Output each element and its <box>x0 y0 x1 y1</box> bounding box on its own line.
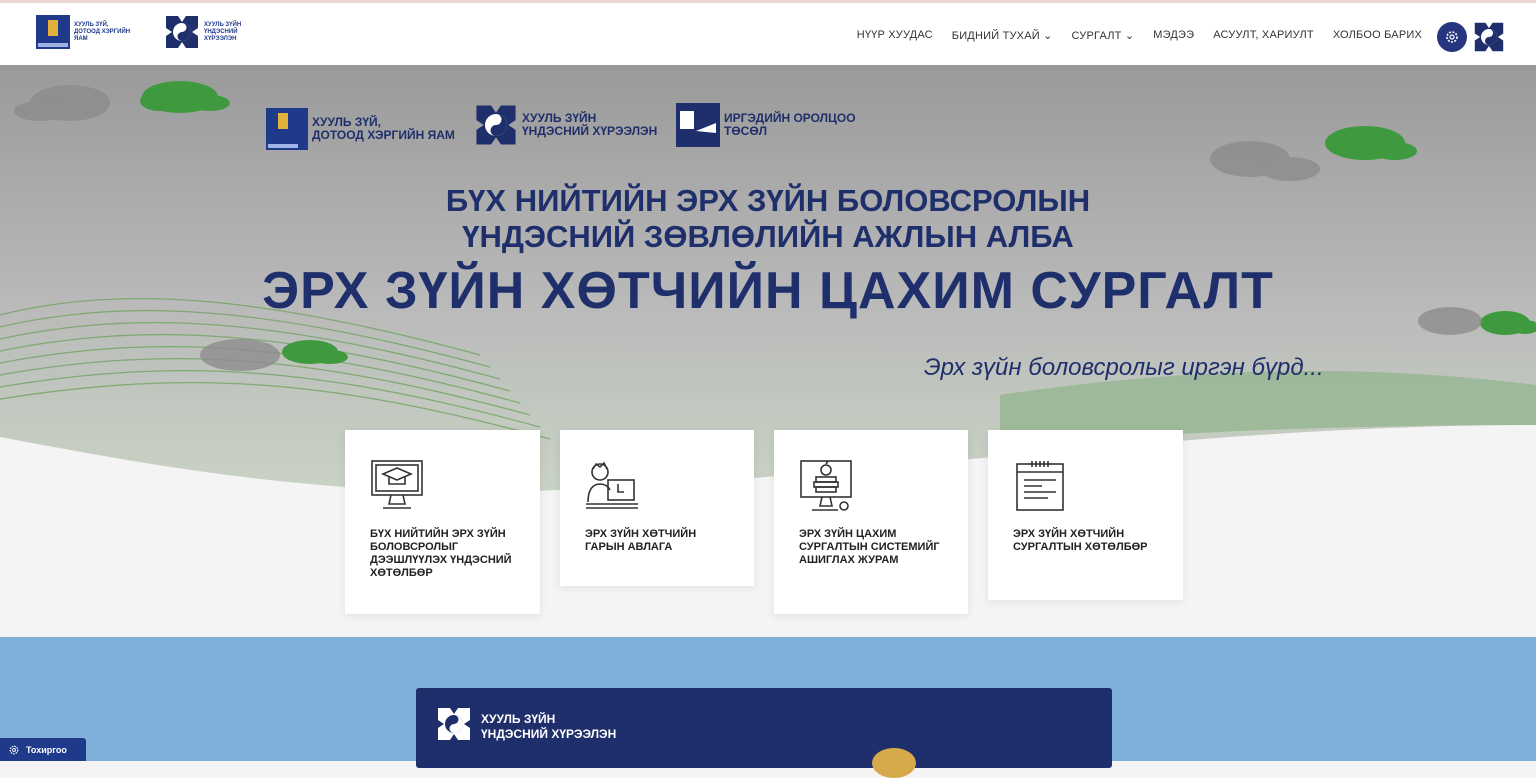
settings-tab[interactable]: Тохиргоо <box>0 738 86 761</box>
card-rules[interactable]: ЭРХ ЗҮЙН ЦАХИМ СУРГАЛТЫН СИСТЕМИЙГ АШИГЛ… <box>774 430 968 614</box>
banner-line2: ҮНДЭСНИЙ ХҮРЭЭЛЭН <box>481 727 617 741</box>
partner-ministry-line2: ДОТООД ХЭРГИЙН ЯАМ <box>312 128 455 142</box>
card-label: БҮХ НИЙТИЙН ЭРХ ЗҮЙН БОЛОВСРОЛЫГ ДЭЭШЛҮҮ… <box>370 528 512 579</box>
hero-slogan: Эрх зүйн боловсролыг иргэн бүрд... <box>924 354 1324 381</box>
accessibility-settings-button[interactable] <box>1437 22 1467 52</box>
card-label: ЭРХ ЗҮЙН ЦАХИМ СУРГАЛТЫН СИСТЕМИЙГ АШИГЛ… <box>799 528 940 566</box>
partner-civic-project: ИРГЭДИЙН ОРОЛЦОО ТӨСӨЛ <box>676 103 856 147</box>
soyombo-seal-icon <box>36 15 70 49</box>
institute-banner[interactable]: ХУУЛЬ ЗҮЙН ҮНДЭСНИЙ ХҮРЭЭЛЭН <box>416 688 1112 778</box>
ministry-logo-line2: ДОТООД ХЭРГИЙН ЯАМ <box>74 28 131 42</box>
gear-icon <box>9 745 19 754</box>
nav-training[interactable]: СУРГАЛТ ⌄ <box>1072 29 1135 42</box>
institute-logo[interactable]: ХУУЛЬ ЗҮЙН ҮНДЭСНИЙ ХҮРЭЭЛЭН <box>164 14 268 50</box>
banner-line1: ХУУЛЬ ЗҮЙН <box>481 712 556 726</box>
nav-about[interactable]: БИДНИЙ ТУХАЙ ⌄ <box>952 29 1053 42</box>
hero-main-title: ЭРХ ЗҮЙН ХӨТЧИЙН ЦАХИМ СУРГАЛТ <box>262 262 1274 320</box>
ministry-logo[interactable]: ХУУЛЬ ЗҮЙ, ДОТООД ХЭРГИЙН ЯАМ <box>36 15 138 49</box>
graduation-monitor-icon <box>371 460 423 509</box>
hero-section: ХУУЛЬ ЗҮЙ, ДОТООД ХЭРГИЙН ЯАМ ХУУЛЬ ЗҮЙН… <box>0 65 1536 637</box>
gear-icon <box>1446 31 1458 43</box>
nav-home[interactable]: НҮҮР ХУУДАС <box>857 29 933 42</box>
institute-logo-line2: ҮНДЭСНИЙ ХҮРЭЭЛЭН <box>204 28 238 42</box>
card-label: ЭРХ ЗҮЙН ХӨТЧИЙН ГАРЫН АВЛАГА <box>585 528 697 553</box>
person-computer-icon <box>586 461 638 509</box>
partner-civic-line2: ТӨСӨЛ <box>724 124 768 138</box>
hero-subtitle-line2: ҮНДЭСНИЙ ЗӨВЛӨЛИЙН АЖЛЫН АЛБА <box>462 219 1074 254</box>
yin-yang-knot-icon <box>164 14 200 50</box>
coin-graphic <box>872 748 916 778</box>
partner-institute-line2: ҮНДЭСНИЙ ХҮРЭЭЛЭН <box>522 124 658 138</box>
apple-books-monitor-icon <box>800 460 852 511</box>
yin-yang-knot-icon <box>438 708 470 740</box>
soyombo-seal-icon <box>266 108 308 150</box>
institute-section: ХУУЛЬ ЗҮЙН ҮНДЭСНИЙ ХҮРЭЭЛЭН <box>0 637 1536 778</box>
nav-contact[interactable]: ХОЛБОО БАРИХ <box>1333 29 1422 42</box>
yin-yang-knot-icon <box>476 105 516 145</box>
partner-ministry: ХУУЛЬ ЗҮЙ, ДОТООД ХЭРГИЙН ЯАМ <box>266 108 455 150</box>
card-label: ЭРХ ЗҮЙН ХӨТЧИЙН СУРГАЛТЫН ХӨТӨЛБӨР <box>1013 528 1148 553</box>
partner-institute: ХУУЛЬ ЗҮЙН ҮНДЭСНИЙ ХҮРЭЭЛЭН <box>474 103 657 147</box>
main-nav: НҮҮР ХУУДАС БИДНИЙ ТУХАЙ ⌄ СУРГАЛТ ⌄ МЭД… <box>857 29 1422 42</box>
nav-faq[interactable]: АСУУЛТ, ХАРИУЛТ <box>1213 29 1314 42</box>
institute-logo-line1: ХУУЛЬ ЗҮЙН <box>204 21 242 28</box>
civic-participation-logo-icon <box>676 103 720 147</box>
card-national-program[interactable]: БҮХ НИЙТИЙН ЭРХ ЗҮЙН БОЛОВСРОЛЫГ ДЭЭШЛҮҮ… <box>345 430 540 614</box>
yin-yang-knot-icon <box>1474 22 1504 52</box>
card-curriculum[interactable]: ЭРХ ЗҮЙН ХӨТЧИЙН СУРГАЛТЫН ХӨТӨЛБӨР <box>988 430 1183 600</box>
institute-knot-button[interactable] <box>1473 21 1505 53</box>
calendar-notes-icon <box>1016 461 1064 511</box>
settings-tab-label: Тохиргоо <box>26 744 67 755</box>
site-header: ХУУЛЬ ЗҮЙ, ДОТООД ХЭРГИЙН ЯАМ ХУУЛЬ ЗҮЙН… <box>0 3 1536 66</box>
ministry-logo-line1: ХУУЛЬ ЗҮЙ, <box>74 21 109 28</box>
hero-subtitle-line1: БҮХ НИЙТИЙН ЭРХ ЗҮЙН БОЛОВСРОЛЫН <box>445 183 1091 218</box>
nav-news[interactable]: МЭДЭЭ <box>1153 29 1194 42</box>
card-handbook[interactable]: ЭРХ ЗҮЙН ХӨТЧИЙН ГАРЫН АВЛАГА <box>560 430 754 586</box>
